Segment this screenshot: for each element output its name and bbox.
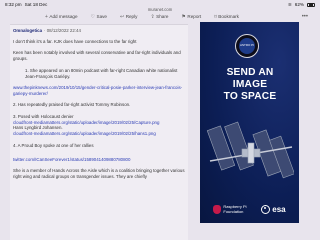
post-paragraph: I don't think it's a far. KJK does have … bbox=[13, 38, 137, 44]
post-link[interactable]: cloudfront-mediamatters.org/static/uploa… bbox=[13, 131, 156, 136]
reply-button[interactable]: ↩ Reply bbox=[120, 14, 137, 20]
bookmark-label: Bookmark bbox=[218, 14, 239, 19]
status-right: ≋ 62% bbox=[288, 2, 315, 8]
astro-pi-badge: ASTRO PI bbox=[235, 34, 259, 58]
report-button[interactable]: ⚑ Report bbox=[181, 14, 201, 20]
save-button[interactable]: ♡ Save bbox=[91, 14, 107, 20]
post-link[interactable]: twitter.com/ICanSeeForever1/status/15890… bbox=[13, 157, 130, 162]
battery-icon bbox=[307, 2, 315, 7]
post-paragraph: 1. She appeared on an 80min podcast with… bbox=[25, 67, 178, 79]
message-post: Omnalogetica · 08/12/2022 22:44 I don't … bbox=[10, 24, 188, 240]
plus-icon: + bbox=[45, 13, 48, 20]
post-link[interactable]: www.thepinknews.com/2019/10/15/gender-cr… bbox=[13, 85, 182, 96]
wifi-icon: ≋ bbox=[287, 1, 292, 7]
reply-icon: ↩ bbox=[119, 13, 125, 20]
add-message-label: Add message bbox=[49, 14, 78, 19]
astro-pi-label: ASTRO PI bbox=[239, 38, 255, 54]
post-link[interactable]: cloudfront-mediamatters.org/static/uploa… bbox=[13, 120, 159, 125]
esa-label: esa bbox=[272, 205, 286, 214]
share-label: Share bbox=[156, 14, 169, 19]
post-paragraph: Keen has been notably involved with seve… bbox=[13, 50, 181, 62]
add-message-button[interactable]: + Add message bbox=[45, 14, 78, 20]
report-label: Report bbox=[187, 14, 202, 19]
post-header: Omnalogetica · 08/12/2022 22:44 bbox=[13, 28, 185, 34]
status-time: 8:32 pm bbox=[5, 2, 22, 7]
esa-logo: esa bbox=[261, 205, 286, 214]
bookmark-button[interactable]: ⌑ Bookmark bbox=[214, 14, 239, 20]
raspberry-icon bbox=[213, 205, 222, 214]
message-toolbar: + Add message ♡ Save ↩ Reply ⇪ Share ⚑ R… bbox=[0, 11, 320, 22]
post-paragraph: She is a member of Hands Across the Aisl… bbox=[13, 168, 185, 179]
heart-icon: ♡ bbox=[90, 13, 95, 20]
raspberry-pi-logo: Raspberry Pi Foundation bbox=[213, 204, 247, 214]
ad-logos: Raspberry Pi Foundation esa bbox=[200, 196, 299, 223]
ad-title-line2: TO SPACE bbox=[223, 91, 277, 102]
post-date: · 08/12/2022 22:44 bbox=[44, 28, 81, 33]
esa-icon bbox=[261, 205, 271, 214]
share-icon: ⇪ bbox=[150, 13, 155, 20]
ad-title: SEND AN IMAGE TO SPACE bbox=[208, 67, 292, 103]
rpi-line2: Foundation bbox=[223, 208, 244, 214]
status-date: Sat 18 Dec bbox=[24, 2, 48, 7]
battery-percent: 62% bbox=[294, 2, 304, 7]
post-paragraph: Hans Lyngbird Johansen. bbox=[13, 125, 63, 131]
post-paragraph: 2. Has repeatedly praised far-right acti… bbox=[13, 102, 131, 108]
ellipsis-icon[interactable]: ••• bbox=[302, 14, 308, 20]
save-label: Save bbox=[96, 14, 107, 19]
bookmark-icon: ⌑ bbox=[214, 13, 217, 20]
advertisement[interactable]: ASTRO PI SEND AN IMAGE TO SPACE Raspberr… bbox=[200, 22, 299, 223]
share-button[interactable]: ⇪ Share bbox=[150, 14, 168, 20]
flag-icon: ⚑ bbox=[181, 13, 186, 20]
post-paragraph: 4. A Proud Boy spoke at one of her ralli… bbox=[13, 142, 94, 148]
reply-label: Reply bbox=[125, 14, 138, 19]
post-author[interactable]: Omnalogetica bbox=[13, 28, 42, 34]
space-station-image bbox=[206, 121, 294, 179]
post-paragraph: 3. Posed with Holocaust denier bbox=[13, 113, 74, 119]
ad-title-line1: SEND AN IMAGE bbox=[226, 67, 274, 90]
